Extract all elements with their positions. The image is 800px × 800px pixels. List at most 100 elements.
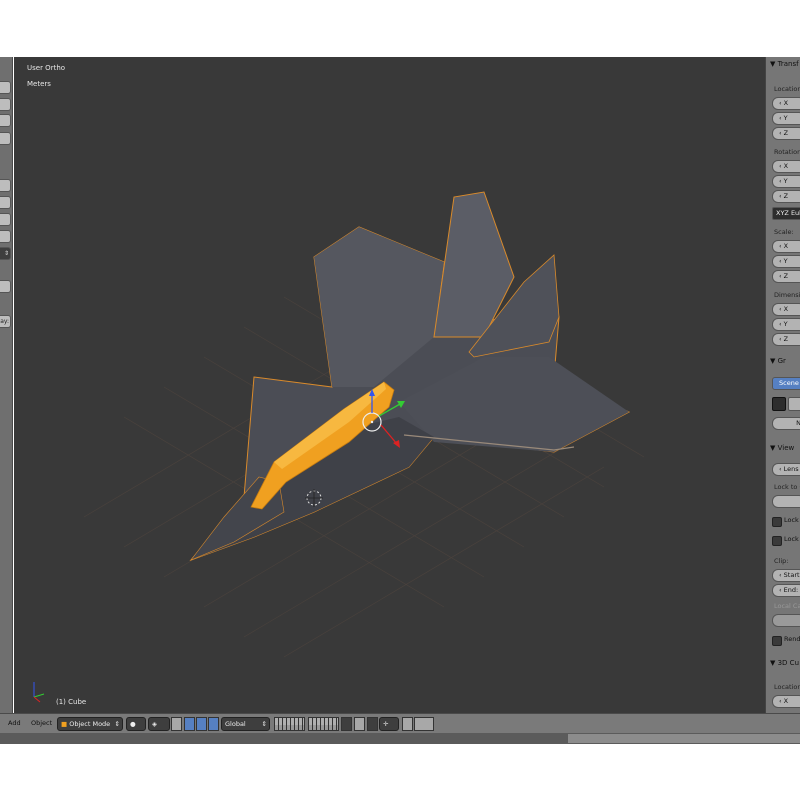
- tool-button[interactable]: [0, 230, 11, 243]
- axis-label: Z: [783, 272, 789, 280]
- tool-field-partial[interactable]: ay:: [0, 315, 11, 328]
- tool-button[interactable]: [0, 114, 11, 127]
- proportional-edit-icon[interactable]: [367, 717, 378, 731]
- axis-label: Y: [783, 177, 788, 185]
- properties-panel: ▼ Transf Location: ‹ X ‹ Y ‹ Z Rotation:…: [765, 57, 800, 713]
- lock-object-field[interactable]: [772, 495, 800, 508]
- orientation-dropdown[interactable]: Global ⇕: [221, 717, 270, 731]
- scale-y-field[interactable]: ‹ Y: [772, 255, 800, 268]
- grease-pencil-panel-header[interactable]: ▼ Gr: [770, 357, 786, 365]
- render-only-checkbox[interactable]: [772, 636, 782, 646]
- local-camera-label: Local Ca: [774, 602, 800, 610]
- pivot-icon: ◈: [152, 720, 157, 728]
- translate-manipulator-icon[interactable]: [184, 717, 195, 731]
- snap-element-dropdown[interactable]: ✛: [379, 717, 399, 731]
- clip-start-field[interactable]: ‹ Start: [772, 569, 800, 582]
- scale-manipulator-icon[interactable]: [208, 717, 219, 731]
- clip-label: Clip:: [774, 557, 789, 565]
- chevron-updown-icon: ⇕: [114, 720, 120, 728]
- axis-label: Y: [783, 257, 788, 265]
- render-only-label: Rende: [784, 635, 800, 643]
- axis-label: X: [783, 162, 789, 170]
- view3d-header: Add Object ■ Object Mode ⇕ ● ◈ Global ⇕ …: [0, 713, 800, 733]
- tool-button[interactable]: [0, 179, 11, 192]
- rotation-z-field[interactable]: ‹ Z: [772, 190, 800, 203]
- tool-button[interactable]: [0, 132, 11, 145]
- axis-label: Z: [783, 192, 789, 200]
- location-x-field[interactable]: ‹ X: [772, 97, 800, 110]
- layer-lock-icon[interactable]: [341, 717, 352, 731]
- clip-end-label: End:: [783, 586, 799, 594]
- scale-label: Scale:: [774, 228, 794, 236]
- viewport-shading-dropdown[interactable]: ●: [126, 717, 146, 731]
- 3d-cursor-panel-header[interactable]: ▼ 3D Cu: [770, 659, 799, 667]
- jet-model: [189, 191, 631, 562]
- location-z-field[interactable]: ‹ Z: [772, 127, 800, 140]
- chevron-updown-icon: ⇕: [261, 720, 267, 728]
- axis-indicator-icon: [33, 682, 45, 703]
- location-y-field[interactable]: ‹ Y: [772, 112, 800, 125]
- render-preview-icon[interactable]: [402, 717, 413, 731]
- dimensions-z-field[interactable]: ‹ Z: [772, 333, 800, 346]
- layers-grid-1[interactable]: [274, 717, 305, 731]
- scene-canvas: [33, 191, 645, 703]
- axis-label: X: [783, 99, 789, 107]
- manipulator-toggle-icon[interactable]: [171, 717, 182, 731]
- lens-field[interactable]: ‹ Lens: [772, 463, 800, 476]
- render-layer-icon[interactable]: [354, 717, 365, 731]
- rotation-x-field[interactable]: ‹ X: [772, 160, 800, 173]
- axis-label: Y: [783, 320, 788, 328]
- rotation-y-field[interactable]: ‹ Y: [772, 175, 800, 188]
- pivot-dropdown[interactable]: ◈: [148, 717, 170, 731]
- location-label: Location:: [774, 85, 800, 93]
- dimensions-y-field[interactable]: ‹ Y: [772, 318, 800, 331]
- lock-checkbox[interactable]: [772, 517, 782, 527]
- axis-label: Y: [783, 114, 788, 122]
- lock-checkbox[interactable]: [772, 536, 782, 546]
- menu-object[interactable]: Object: [31, 719, 52, 727]
- dimensions-label: Dimensio: [774, 291, 800, 299]
- tool-button[interactable]: [0, 280, 11, 293]
- axis-label: X: [783, 305, 789, 313]
- tool-button[interactable]: [0, 81, 11, 94]
- axis-label: Z: [783, 129, 789, 137]
- 3d-viewport[interactable]: User Ortho Meters (1) Cube: [14, 57, 765, 713]
- tool-button[interactable]: [0, 213, 11, 226]
- tool-dropdown[interactable]: ⇕: [0, 247, 11, 260]
- scale-z-field[interactable]: ‹ Z: [772, 270, 800, 283]
- cursor-x-field[interactable]: ‹ X: [772, 695, 800, 708]
- axis-label: X: [783, 697, 789, 705]
- layers-grid-2[interactable]: [308, 717, 339, 731]
- tool-shelf: ⇕ ay:: [0, 57, 13, 713]
- rotation-label: Rotation:: [774, 148, 800, 156]
- rotation-mode-dropdown[interactable]: XYZ Eule: [772, 207, 800, 220]
- menu-add[interactable]: Add: [8, 719, 21, 727]
- tool-button[interactable]: [0, 196, 11, 209]
- mode-dropdown[interactable]: ■ Object Mode ⇕: [57, 717, 123, 731]
- scene-button[interactable]: Scene: [772, 377, 800, 390]
- horizontal-scrollbar[interactable]: [568, 734, 800, 743]
- shading-sphere-icon: ●: [130, 720, 136, 728]
- snap-icon: ✛: [383, 720, 389, 728]
- lock-checkbox-label: Lock: [784, 535, 799, 543]
- clip-end-field[interactable]: ‹ End:: [772, 584, 800, 597]
- scale-x-field[interactable]: ‹ X: [772, 240, 800, 253]
- cube-icon: ■: [61, 720, 68, 728]
- tool-button[interactable]: [0, 98, 11, 111]
- axis-label: Z: [783, 335, 789, 343]
- dimensions-x-field[interactable]: ‹ X: [772, 303, 800, 316]
- pencil-icon[interactable]: [772, 397, 786, 411]
- render-animation-icon[interactable]: [414, 717, 434, 731]
- transform-panel-header[interactable]: ▼ Transf: [770, 60, 799, 68]
- axis-label: X: [783, 242, 789, 250]
- lock-checkbox-label: Lock: [784, 516, 799, 524]
- new-button[interactable]: N: [772, 417, 800, 430]
- cursor-location-label: Location: [774, 683, 800, 691]
- rotate-manipulator-icon[interactable]: [196, 717, 207, 731]
- clip-start-label: Start: [783, 571, 800, 579]
- view-panel-header[interactable]: ▼ View: [770, 444, 794, 452]
- mode-label: Object Mode: [69, 720, 111, 728]
- add-layer-icon[interactable]: [788, 397, 800, 411]
- local-camera-field[interactable]: [772, 614, 800, 627]
- lock-to-object-label: Lock to O: [774, 483, 800, 491]
